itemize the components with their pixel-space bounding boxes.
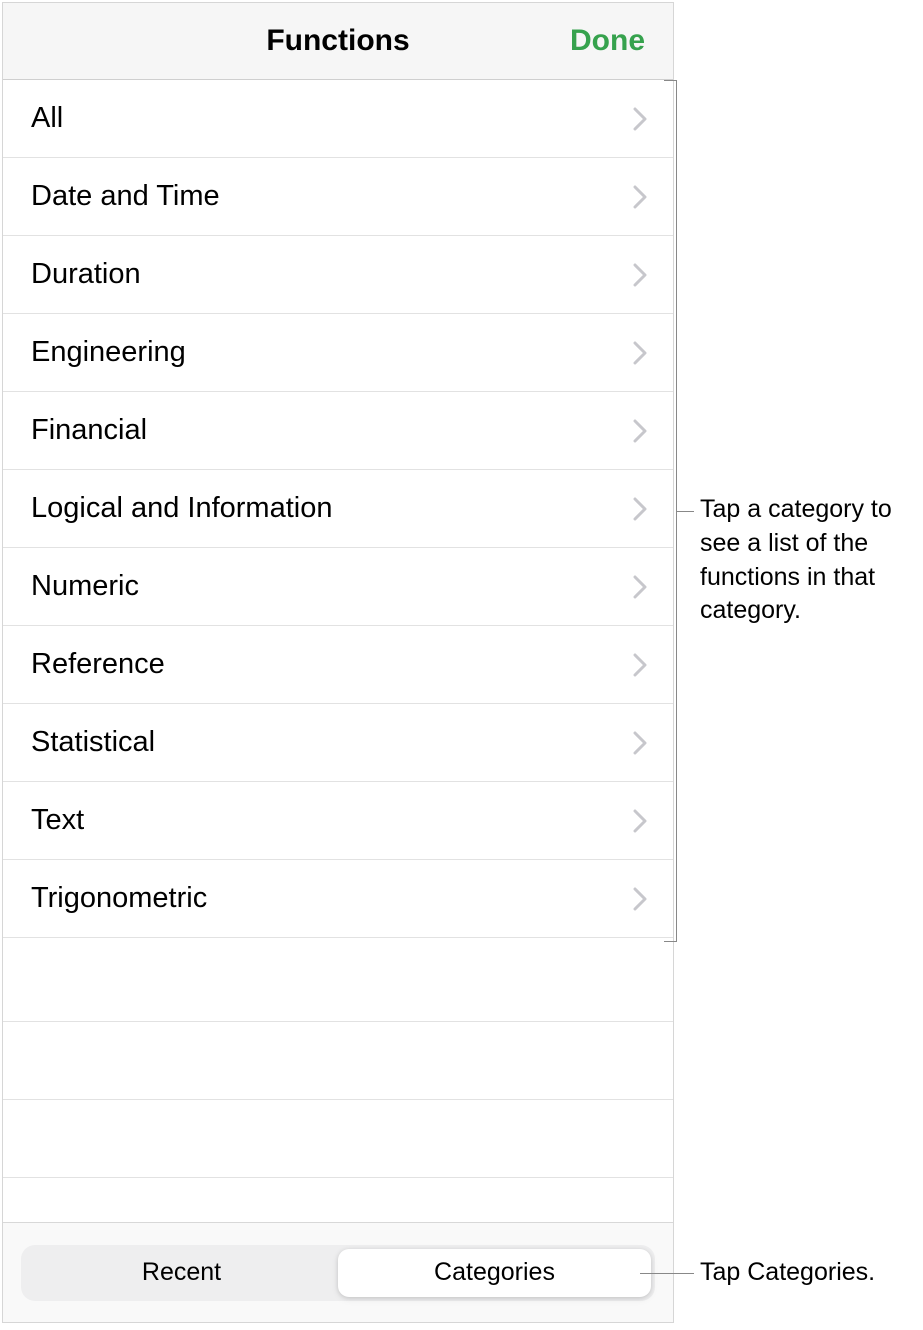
category-row-financial[interactable]: Financial xyxy=(3,392,673,470)
chevron-right-icon xyxy=(633,497,647,521)
category-row-duration[interactable]: Duration xyxy=(3,236,673,314)
category-label: Statistical xyxy=(31,726,633,759)
callout-text: Tap a category to see a list of the func… xyxy=(700,493,910,628)
category-row-engineering[interactable]: Engineering xyxy=(3,314,673,392)
functions-panel: Functions Done All Date and Time Duratio… xyxy=(2,2,674,1323)
category-row-trigonometric[interactable]: Trigonometric xyxy=(3,860,673,938)
category-label: Financial xyxy=(31,414,633,447)
chevron-right-icon xyxy=(633,341,647,365)
callout-line-icon xyxy=(640,1273,694,1274)
chevron-right-icon xyxy=(633,887,647,911)
callout-text: Tap Categories. xyxy=(700,1256,920,1290)
panel-header: Functions Done xyxy=(3,3,673,80)
category-label: All xyxy=(31,102,633,135)
empty-row xyxy=(3,1022,673,1100)
category-row-date-and-time[interactable]: Date and Time xyxy=(3,158,673,236)
empty-row xyxy=(3,938,673,1022)
chevron-right-icon xyxy=(633,107,647,131)
panel-footer: Recent Categories xyxy=(3,1222,673,1322)
category-row-text[interactable]: Text xyxy=(3,782,673,860)
category-label: Date and Time xyxy=(31,180,633,213)
category-row-numeric[interactable]: Numeric xyxy=(3,548,673,626)
chevron-right-icon xyxy=(633,263,647,287)
category-label: Logical and Information xyxy=(31,492,633,525)
category-list: All Date and Time Duration Engineering F… xyxy=(3,80,673,1222)
chevron-right-icon xyxy=(633,731,647,755)
category-row-logical[interactable]: Logical and Information xyxy=(3,470,673,548)
chevron-right-icon xyxy=(633,419,647,443)
panel-title: Functions xyxy=(266,24,409,58)
chevron-right-icon xyxy=(633,575,647,599)
category-label: Numeric xyxy=(31,570,633,603)
done-button[interactable]: Done xyxy=(570,24,645,58)
callout-line-icon xyxy=(676,511,694,512)
category-label: Text xyxy=(31,804,633,837)
tab-categories[interactable]: Categories xyxy=(338,1249,651,1297)
chevron-right-icon xyxy=(633,185,647,209)
category-row-reference[interactable]: Reference xyxy=(3,626,673,704)
tab-recent[interactable]: Recent xyxy=(25,1249,338,1297)
chevron-right-icon xyxy=(633,809,647,833)
segmented-control: Recent Categories xyxy=(21,1245,655,1301)
chevron-right-icon xyxy=(633,653,647,677)
category-label: Reference xyxy=(31,648,633,681)
category-label: Duration xyxy=(31,258,633,291)
category-row-all[interactable]: All xyxy=(3,80,673,158)
category-label: Engineering xyxy=(31,336,633,369)
category-row-statistical[interactable]: Statistical xyxy=(3,704,673,782)
empty-row xyxy=(3,1100,673,1178)
category-label: Trigonometric xyxy=(31,882,633,915)
